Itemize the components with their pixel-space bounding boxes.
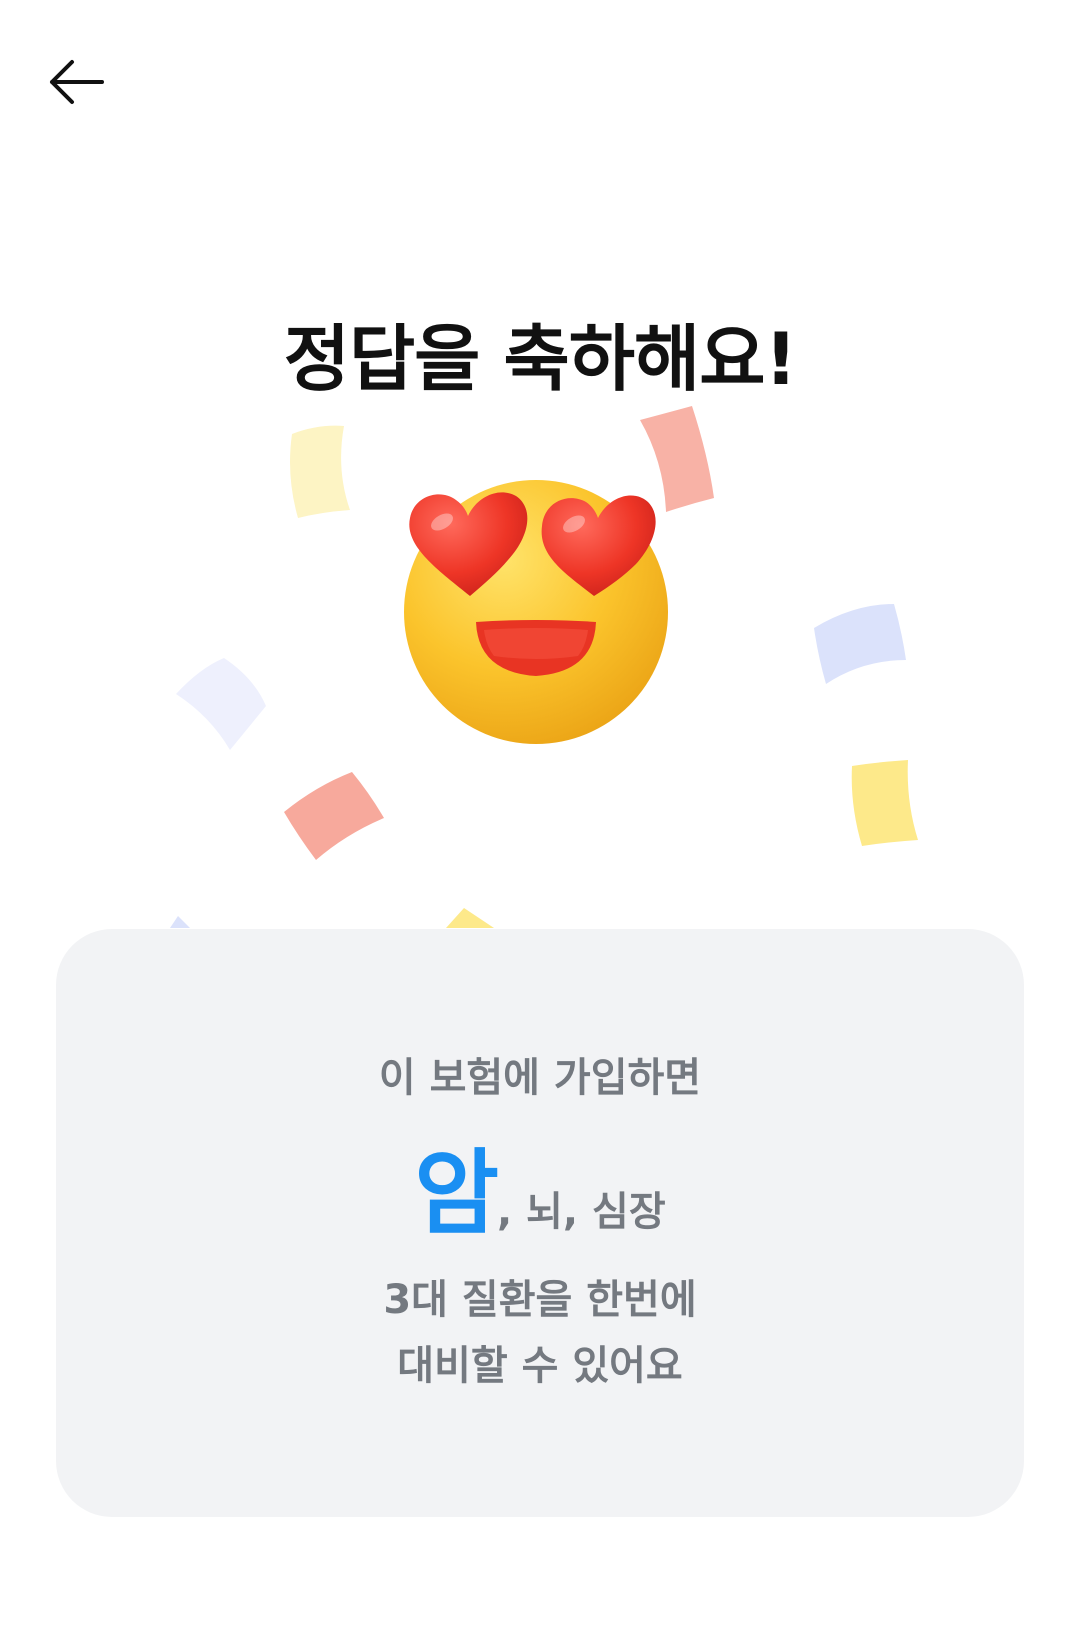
card-description-line1: 3대 질환을 한번에 xyxy=(383,1277,697,1323)
confetti-piece xyxy=(284,772,384,860)
disease-highlight-row: 암, 뇌, 심장 xyxy=(56,1119,1024,1252)
confetti-piece xyxy=(170,916,190,928)
confetti-piece xyxy=(290,425,350,518)
highlight-rest-text: , 뇌, 심장 xyxy=(496,1189,666,1235)
card-intro-text: 이 보험에 가입하면 xyxy=(378,1055,702,1101)
card-description-line2: 대비할 수 있어요 xyxy=(397,1343,683,1389)
confetti-piece xyxy=(814,604,906,684)
confetti-piece xyxy=(176,658,266,750)
highlight-keyword: 암 xyxy=(414,1140,499,1247)
heart-eyes-face-icon xyxy=(404,480,668,744)
confetti-piece xyxy=(446,908,494,928)
confetti-piece xyxy=(851,760,918,846)
info-card: 이 보험에 가입하면 암, 뇌, 심장 3대 질환을 한번에 대비할 수 있어요 xyxy=(56,929,1024,1517)
